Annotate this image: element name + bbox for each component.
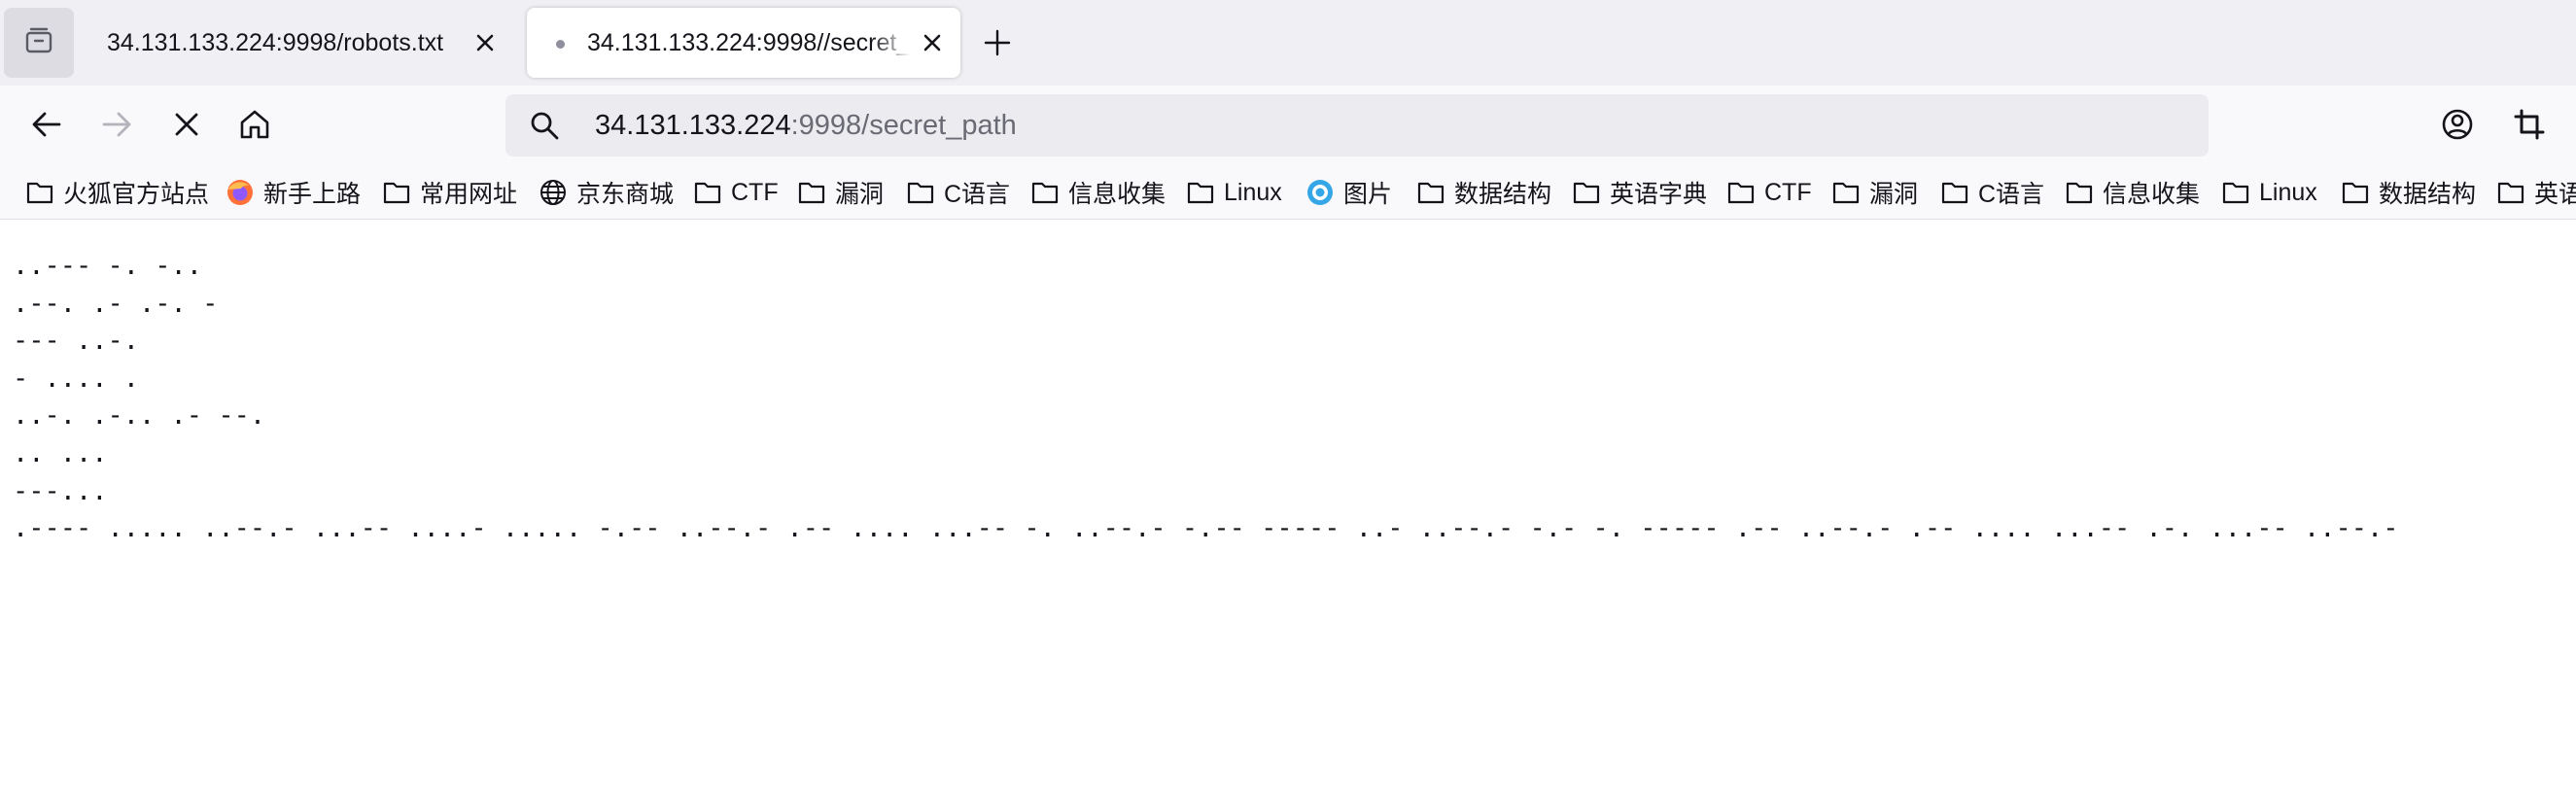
bookmark-item[interactable]: 信息收集 (2065, 175, 2200, 210)
screenshot-crop-icon (2513, 108, 2546, 146)
folder-icon (1416, 178, 1445, 207)
close-icon[interactable] (470, 28, 500, 57)
screenshot-button[interactable] (2506, 103, 2553, 150)
bookmark-label: 英语 (2534, 181, 2576, 208)
back-button[interactable] (23, 103, 70, 150)
bookmark-item[interactable]: 英语 (2496, 175, 2576, 210)
close-icon[interactable] (918, 28, 947, 57)
bookmark-label: 信息收集 (2103, 181, 2201, 208)
folder-icon (1831, 178, 1861, 207)
morse-line: --- ..-. (13, 326, 140, 357)
folder-icon (2065, 178, 2094, 207)
folder-icon (1940, 178, 1969, 207)
navigation-toolbar: 34.131.133.224:9998/secret_path (0, 86, 2576, 165)
url-text[interactable]: 34.131.133.224:9998/secret_path (595, 110, 1017, 141)
bookmark-label: 数据结构 (2379, 181, 2477, 208)
forward-button[interactable] (93, 103, 140, 150)
bookmark-label: 京东商城 (576, 181, 675, 208)
loading-dot-icon (556, 40, 565, 49)
folder-icon (1030, 178, 1060, 207)
stop-button[interactable] (163, 103, 210, 150)
bookmark-label: Linux (1224, 178, 1282, 206)
firefox-icon (226, 178, 255, 207)
bookmark-item[interactable]: CTF (1726, 175, 1812, 210)
morse-line: .. ... (13, 437, 108, 468)
back-arrow-icon (30, 108, 63, 146)
bookmark-label: 英语字典 (1610, 181, 1708, 208)
morse-line: ..-. .-.. .- --. (13, 400, 266, 432)
morse-line: ..--- -. -.. (13, 251, 203, 281)
folder-icon (2496, 178, 2525, 207)
folder-icon (1186, 178, 1215, 207)
bookmark-label: Linux (2259, 178, 2317, 206)
bookmark-item[interactable]: C语言 (1940, 175, 2044, 210)
bookmark-item[interactable]: 图片 (1305, 175, 1392, 210)
bookmark-item[interactable]: Linux (1186, 175, 1282, 210)
bookmark-label: 漏洞 (1869, 181, 1919, 208)
bookmark-label: 新手上路 (263, 181, 362, 208)
home-button[interactable] (231, 103, 278, 150)
bookmark-label: 数据结构 (1454, 181, 1552, 208)
url-bar[interactable]: 34.131.133.224:9998/secret_path (505, 94, 2209, 156)
folder-icon (382, 178, 411, 207)
bookmark-label: CTF (731, 178, 779, 206)
bookmark-label: 火狐官方站点 (63, 181, 210, 208)
globe-icon (539, 178, 568, 207)
morse-text: ..--- -. -.. .--. .- .-. - --- ..-. - .... … (13, 248, 2399, 548)
url-path: :9998/secret_path (790, 110, 1017, 141)
folder-icon (1726, 178, 1756, 207)
tab-list-icon (22, 24, 55, 62)
bookmarks-toolbar: 火狐官方站点 新手上路 常用网址 京东商城 CTF 漏洞 C语言 信息收集 Linux 图片 数据结… (0, 165, 2576, 220)
bookmark-label: 图片 (1343, 181, 1393, 208)
plus-icon (983, 28, 1012, 62)
morse-line: .---- ..... ..--.- ...-- ....- ..... -.-… (13, 513, 2399, 544)
account-button[interactable] (2434, 103, 2481, 150)
account-icon (2441, 108, 2474, 146)
url-host: 34.131.133.224 (595, 110, 791, 141)
bookmark-item[interactable]: 数据结构 (1416, 175, 1551, 210)
bookmark-label: C语言 (944, 181, 1011, 208)
tab-strip: 34.131.133.224:9998/robots.txt 34.131.13… (0, 0, 2576, 86)
forward-arrow-icon (100, 108, 133, 146)
bookmark-item[interactable]: 数据结构 (2341, 175, 2476, 210)
bookmark-item[interactable]: Linux (2221, 175, 2317, 210)
home-icon (238, 108, 271, 146)
bookmark-item[interactable]: 火狐官方站点 (25, 175, 209, 210)
folder-icon (25, 178, 54, 207)
bookmark-item[interactable]: C语言 (906, 175, 1010, 210)
stop-x-icon (172, 110, 201, 144)
tab-secret-path[interactable]: 34.131.133.224:9998//secret_path (527, 8, 960, 78)
bookmark-item[interactable]: 英语字典 (1572, 175, 1707, 210)
bookmark-label: CTF (1764, 178, 1812, 206)
morse-line: ---... (13, 475, 108, 506)
bookmark-item[interactable]: CTF (693, 175, 779, 210)
tab-list-button[interactable] (4, 8, 74, 78)
bookmark-item[interactable]: 漏洞 (1831, 175, 1918, 210)
folder-icon (2221, 178, 2250, 207)
page-content: ..--- -. -.. .--. .- .-. - --- ..-. - .... … (0, 221, 2576, 795)
search-icon (529, 110, 560, 141)
bookmark-item[interactable]: 常用网址 (382, 175, 517, 210)
folder-icon (1572, 178, 1601, 207)
folder-icon (693, 178, 722, 207)
bookmark-label: 漏洞 (835, 181, 885, 208)
folder-icon (797, 178, 826, 207)
image-site-icon (1305, 178, 1335, 207)
bookmark-label: 信息收集 (1068, 181, 1166, 208)
folder-icon (2341, 178, 2370, 207)
bookmark-item[interactable]: 新手上路 (226, 175, 361, 210)
bookmark-item[interactable]: 信息收集 (1030, 175, 1166, 210)
tab-title: 34.131.133.224:9998//secret_path (587, 28, 910, 56)
tab-robots[interactable]: 34.131.133.224:9998/robots.txt (86, 8, 513, 78)
bookmark-label: 常用网址 (420, 181, 518, 208)
folder-icon (906, 178, 935, 207)
bookmark-item[interactable]: 京东商城 (539, 175, 674, 210)
morse-line: .--. .- .-. - (13, 288, 219, 319)
bookmark-item[interactable]: 漏洞 (797, 175, 884, 210)
bookmark-label: C语言 (1978, 181, 2045, 208)
morse-line: - .... . (13, 363, 140, 394)
tab-title: 34.131.133.224:9998/robots.txt (107, 28, 444, 56)
new-tab-button[interactable] (978, 25, 1017, 64)
